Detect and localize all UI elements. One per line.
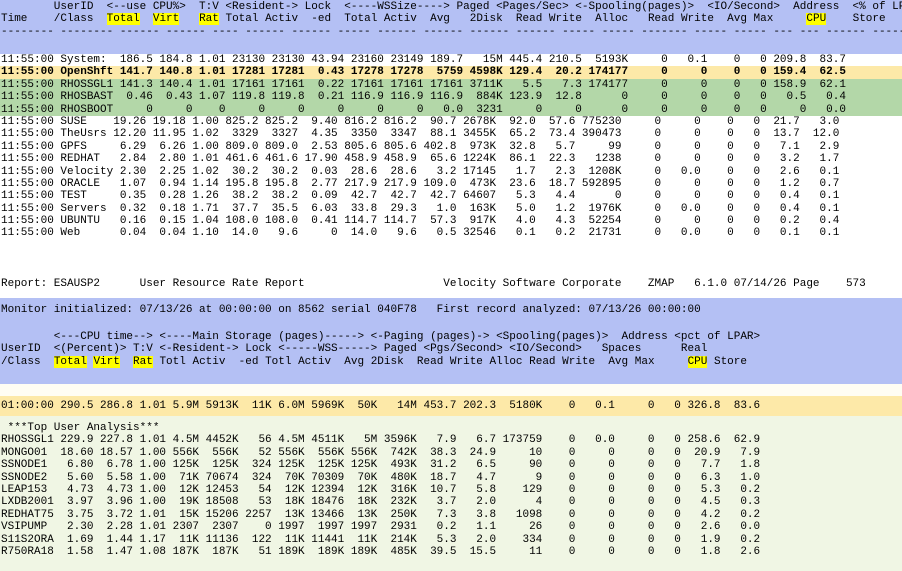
hl2-rat: Rat	[133, 355, 153, 368]
section2-header: <---CPU time--> <----Main Storage (pages…	[0, 322, 902, 384]
top-user-analysis: ***Top User Analysis*** RHOSSGL1 229.9 22…	[0, 416, 902, 571]
hl-rat: Rat	[199, 13, 219, 26]
table-row: 11:55:00 OpenShft 141.7 140.8 1.01 17281…	[0, 66, 902, 79]
table-row: 11:55:00 REDHAT 2.84 2.80 1.01 461.6 461…	[1, 153, 840, 166]
section1-rows-text: 11:55:00 System: 186.5 184.8 1.01 23130 …	[0, 54, 902, 240]
table-row: 11:55:00 RHOSBAST 0.46 0.43 1.07 119.8 1…	[0, 91, 902, 104]
summary-row: 01:00:00 290.5 286.8 1.01 5.9M 5913K 11K…	[0, 396, 902, 416]
monitor-bar: Monitor initialized: 07/13/26 at 00:00:0…	[0, 298, 902, 322]
header2-line-1: <---CPU time--> <----Main Storage (pages…	[1, 331, 761, 343]
table-row: 11:55:00 UBUNTU 0.16 0.15 1.04 108.0 108…	[1, 215, 840, 228]
header1-line-3: -------- -------- ------ ------ ---- ---…	[1, 25, 902, 38]
top-user-row: R750RA18 1.58 1.47 1.08 187K 187K 51 189…	[1, 545, 761, 558]
top-user-row: MONGO01 18.60 18.57 1.00 556K 556K 52 55…	[1, 446, 761, 459]
table-row: 11:55:00 System: 186.5 184.8 1.01 23130 …	[1, 54, 846, 66]
section1-header: UserID <--use CPU%> T:V <Resident-> Lock…	[0, 0, 902, 54]
hl2-cpu: CPU	[687, 355, 708, 368]
hl2-virt: Virt	[93, 355, 120, 368]
section2-spacer	[0, 384, 902, 396]
top-user-row: SSNODE1 6.80 6.78 1.00 125K 125K 324 125…	[1, 459, 761, 472]
table-row: 11:55:00 TEST 0.35 0.28 1.26 38.2 38.2 0…	[1, 190, 840, 203]
top-user-row: LXDB2001 3.97 3.96 1.00 19K 18508 53 18K…	[1, 496, 761, 509]
table-row: 11:55:00 RHOSSGL1 141.3 140.4 1.01 17161…	[0, 78, 902, 92]
hl-total: Total	[106, 13, 140, 26]
top-user-row: VSIPUMP 2.30 2.28 1.01 2307 2307 0 1997 …	[1, 521, 761, 534]
header2-line-3: /Class Total Virt Rat Totl Activ -ed Tot…	[0, 355, 902, 368]
monitor-text: Monitor initialized: 07/13/26 at 00:00:0…	[1, 304, 701, 316]
top-user-text: ***Top User Analysis*** RHOSSGL1 229.9 22…	[0, 416, 902, 558]
table-row: 11:55:00 GPFS 6.29 6.26 1.00 809.0 809.0…	[1, 140, 840, 153]
top-user-row: S11S2ORA 1.69 1.44 1.17 11K 11136 122 11…	[1, 533, 761, 546]
report-title: Report: ESAUSP2 User Resource Rate Repor…	[1, 278, 866, 290]
header1-line-2: Time /Class Total Virt Rat Total Activ -…	[1, 13, 886, 26]
hl-virt: Virt	[152, 13, 180, 26]
hl-cpu: CPU	[806, 13, 827, 26]
table-row: 11:55:00 Servers 0.32 0.18 1.71 37.7 35.…	[1, 202, 840, 215]
header2-store: Store	[707, 355, 747, 368]
top-user-row: RHOSSGL1 229.9 227.8 1.01 4.5M 4452K 56 …	[1, 434, 761, 447]
header2-line-2: UserID <(Percent)> T:V <-Resident-> Lock…	[1, 343, 708, 356]
table-row: 11:55:00 Web 0.04 0.04 1.10 14.0 9.6 0 1…	[1, 227, 840, 240]
header1-line-1: UserID <--use CPU%> T:V <Resident-> Lock…	[1, 1, 902, 13]
table-row: 11:55:00 Velocity 2.30 2.25 1.02 30.2 30…	[1, 165, 840, 178]
summary-text: 01:00:00 290.5 286.8 1.01 5.9M 5913K 11K…	[1, 400, 761, 412]
table-row: 11:55:00 RHOSBOOT 0 0 0 0 0 0 0 0 0.0 32…	[0, 103, 902, 116]
table-row: 11:55:00 TheUsrs 12.20 11.95 1.02 3329 3…	[1, 128, 840, 141]
top-user-title: ***Top User Analysis***	[1, 422, 160, 434]
top-user-row: LEAP153 4.73 4.73 1.00 12K 12453 54 12K …	[1, 483, 761, 496]
header2-class-label: /Class	[1, 355, 41, 368]
table-row: 11:55:00 ORACLE 1.07 0.94 1.14 195.8 195…	[1, 177, 840, 190]
section1-header-text: UserID <--use CPU%> T:V <Resident-> Lock…	[0, 0, 902, 38]
report-line: Report: ESAUSP2 User Resource Rate Repor…	[0, 278, 902, 290]
top-user-row: SSNODE2 5.60 5.58 1.00 71K 70674 324 70K…	[1, 471, 761, 484]
top-user-row: REDHAT75 3.75 3.72 1.01 15K 15206 2257 1…	[1, 508, 761, 521]
hl2-total: Total	[53, 355, 87, 368]
header2-cols: Totl Activ -ed Totl Activ Avg 2Disk Read…	[152, 355, 668, 368]
table-row: 11:55:00 SUSE 19.26 19.18 1.00 825.2 825…	[1, 115, 840, 128]
section1-rows: 11:55:00 System: 186.5 184.8 1.01 23130 …	[0, 54, 902, 240]
